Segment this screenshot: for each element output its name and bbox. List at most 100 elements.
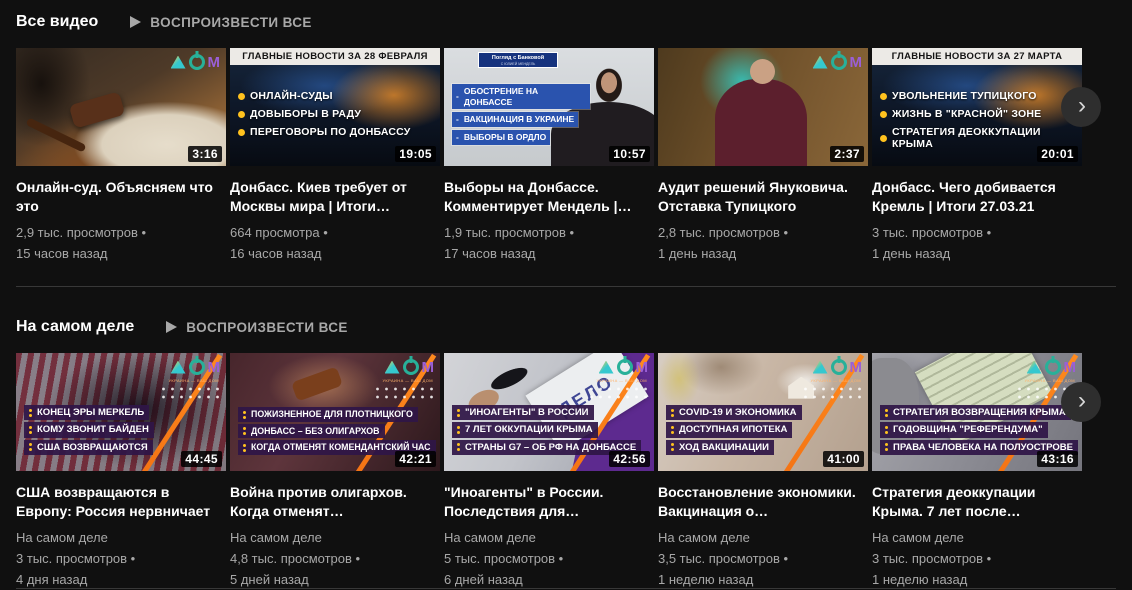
video-card[interactable]: ПОЖИЗНЕННОЕ ДЛЯ ПЛОТНИЦКОГОДОНБАСС – БЕЗ… [230, 353, 440, 590]
video-thumbnail[interactable]: ГЛАВНЫЕ НОВОСТИ ЗА 27 МАРТА УВОЛЬНЕНИЕ ТУ… [872, 48, 1082, 166]
thumbnail-bullet-line: ПОЖИЗНЕННОЕ ДЛЯ ПЛОТНИЦКОГО [238, 407, 418, 422]
next-videos-button[interactable]: › [1061, 87, 1101, 127]
video-row: М3:16Онлайн-суд. Объясняем что это2,9 ты… [0, 48, 1132, 264]
logo-letter-m: М [850, 361, 863, 374]
duration-badge: 19:05 [395, 146, 436, 162]
play-icon [130, 16, 141, 28]
logo-letter-m: М [850, 56, 863, 69]
bullet-text: ЖИЗНЬ В "КРАСНОЙ" ЗОНЕ [892, 108, 1041, 120]
dash-marker-icon: - [456, 132, 459, 143]
dot-marker-icon [238, 93, 245, 100]
video-card[interactable]: ГЛАВНЫЕ НОВОСТИ ЗА 27 МАРТА УВОЛЬНЕНИЕ ТУ… [872, 48, 1082, 264]
video-title[interactable]: Восстановление экономики. Вакцинация о… [658, 483, 868, 521]
thumbnail-bullet-line: КОМУ ЗВОНИТ БАЙДЕН [24, 422, 154, 437]
col-marker-icon [671, 426, 674, 434]
dom-logo: М [813, 54, 863, 70]
bullet-text: ПЕРЕГОВОРЫ ПО ДОНБАССУ [250, 126, 411, 138]
show-badge: Погляд с БанковойС ЮЛИЕЙ МЕНДЕЛЬ [478, 52, 558, 68]
video-meta: На самом деле3,5 тыс. просмотров •1 неде… [658, 527, 868, 590]
video-card[interactable]: КОНЕЦ ЭРЫ МЕРКЕЛЬКОМУ ЗВОНИТ БАЙДЕНСША В… [16, 353, 226, 590]
section-title[interactable]: Все видео [16, 13, 98, 31]
dot-marker-icon [238, 129, 245, 136]
section-all-videos: Все видео ВОСПРОИЗВЕСТИ ВСЕ М3:16 Онлайн-… [0, 8, 1132, 264]
dom-logo: МУКРАИНА — ВАШ ДОМ [1027, 359, 1077, 375]
dot-grid-pattern [801, 385, 863, 399]
video-card[interactable]: М3:16Онлайн-суд. Объясняем что это2,9 ты… [16, 48, 226, 264]
video-title[interactable]: Выборы на Донбассе. Комментирует Мендель… [444, 178, 654, 216]
video-title[interactable]: "Иноагенты" в России. Последствия для… [444, 483, 654, 521]
video-card[interactable]: COVID-19 И ЭКОНОМИКАДОСТУПНАЯ ИПОТЕКАХОД… [658, 353, 868, 590]
video-date: 1 неделю назад [872, 569, 1082, 590]
video-date: 6 дней назад [444, 569, 654, 590]
bullet-text: ДОВЫБОРЫ В РАДУ [250, 108, 361, 120]
col-marker-icon [885, 426, 888, 434]
video-thumbnail[interactable]: М2:37 [658, 48, 868, 166]
bullet-text: США ВОЗВРАЩАЮТСЯ [37, 442, 148, 453]
video-card[interactable]: ГЛАВНЫЕ НОВОСТИ ЗА 28 ФЕВРАЛЯОНЛАЙН-СУДЫ… [230, 48, 440, 264]
video-card[interactable]: СТРАТЕГИЯ ВОЗВРАЩЕНИЯ КРЫМАГОДОВЩИНА "РЕ… [872, 353, 1082, 590]
section-na-samom-dele: На самом деле ВОСПРОИЗВЕСТИ ВСЕ КОНЕЦ ЭР… [0, 313, 1132, 590]
dom-logo: МУКРАИНА — ВАШ ДОМ [599, 359, 649, 375]
dot-grid-pattern [373, 385, 435, 399]
thumbnail-bullet-line: ПЕРЕГОВОРЫ ПО ДОНБАССУ [238, 126, 411, 138]
thumbnail-headline-bar: ГЛАВНЫЕ НОВОСТИ ЗА 27 МАРТА [872, 48, 1082, 65]
video-card[interactable]: ДЕЛО"ИНОАГЕНТЫ" В РОССИИ7 ЛЕТ ОККУПАЦИИ … [444, 353, 654, 590]
video-thumbnail[interactable]: COVID-19 И ЭКОНОМИКАДОСТУПНАЯ ИПОТЕКАХОД… [658, 353, 868, 471]
bullet-text: ХОД ВАКЦИНАЦИИ [679, 442, 769, 453]
thumbnail-bullet-line: COVID-19 И ЭКОНОМИКА [666, 405, 802, 420]
video-thumbnail[interactable]: ГЛАВНЫЕ НОВОСТИ ЗА 28 ФЕВРАЛЯОНЛАЙН-СУДЫ… [230, 48, 440, 166]
video-views: 3 тыс. просмотров • [16, 548, 226, 569]
video-show-name[interactable]: На самом деле [230, 527, 440, 548]
logo-triangle-icon [171, 361, 186, 374]
video-title[interactable]: Онлайн-суд. Объясняем что это [16, 178, 226, 216]
video-show-name[interactable]: На самом деле [872, 527, 1082, 548]
video-views: 3 тыс. просмотров • [872, 222, 1082, 243]
dom-logo: МУКРАИНА — ВАШ ДОМ [385, 359, 435, 375]
play-icon [166, 321, 177, 333]
dash-marker-icon: - [456, 91, 459, 102]
video-title[interactable]: Аудит решений Януковича. Отставка Тупицк… [658, 178, 868, 216]
video-show-name[interactable]: На самом деле [16, 527, 226, 548]
thumbnail-bullet-line: США ВОЗВРАЩАЮТСЯ [24, 440, 153, 455]
thumbnail-bullet-line: 7 ЛЕТ ОККУПАЦИИ КРЫМА [452, 422, 598, 437]
bullet-text: ВЫБОРЫ В ОРДЛО [464, 132, 546, 143]
video-show-name[interactable]: На самом деле [658, 527, 868, 548]
video-show-name[interactable]: На самом деле [444, 527, 654, 548]
video-thumbnail[interactable]: СТРАТЕГИЯ ВОЗВРАЩЕНИЯ КРЫМАГОДОВЩИНА "РЕ… [872, 353, 1082, 471]
video-title[interactable]: Донбасс. Киев требует от Москвы мира | И… [230, 178, 440, 216]
dot-marker-icon [238, 111, 245, 118]
bullet-text: ОБОСТРЕНИЕ НА ДОНБАССЕ [464, 86, 586, 107]
dot-marker-icon [880, 93, 887, 100]
section-title[interactable]: На самом деле [16, 318, 134, 336]
video-card[interactable]: Погляд с БанковойС ЮЛИЕЙ МЕНДЕЛЬ-ОБОСТРЕ… [444, 48, 654, 264]
video-thumbnail[interactable]: ПОЖИЗНЕННОЕ ДЛЯ ПЛОТНИЦКОГОДОНБАСС – БЕЗ… [230, 353, 440, 471]
play-all-label: ВОСПРОИЗВЕСТИ ВСЕ [186, 320, 348, 335]
video-row: КОНЕЦ ЭРЫ МЕРКЕЛЬКОМУ ЗВОНИТ БАЙДЕНСША В… [0, 353, 1132, 590]
logo-triangle-icon [599, 361, 614, 374]
bullet-text: КОМУ ЗВОНИТ БАЙДЕН [37, 424, 149, 435]
logo-triangle-icon [1027, 361, 1042, 374]
thumbnail-bullet-line: ЖИЗНЬ В "КРАСНОЙ" ЗОНЕ [880, 108, 1041, 120]
thumbnail-bullet-list: КОНЕЦ ЭРЫ МЕРКЕЛЬКОМУ ЗВОНИТ БАЙДЕНСША В… [24, 405, 154, 455]
video-thumbnail[interactable]: ДЕЛО"ИНОАГЕНТЫ" В РОССИИ7 ЛЕТ ОККУПАЦИИ … [444, 353, 654, 471]
video-meta: На самом деле5 тыс. просмотров •6 дней н… [444, 527, 654, 590]
video-thumbnail[interactable]: КОНЕЦ ЭРЫ МЕРКЕЛЬКОМУ ЗВОНИТ БАЙДЕНСША В… [16, 353, 226, 471]
thumbnail-bullet-line: УВОЛЬНЕНИЕ ТУПИЦКОГО [880, 90, 1037, 102]
next-videos-button[interactable]: › [1061, 382, 1101, 422]
section-header: На самом деле ВОСПРОИЗВЕСТИ ВСЕ [0, 313, 1132, 341]
video-title[interactable]: США возвращаются в Европу: Россия нервни… [16, 483, 226, 521]
video-title[interactable]: Война против олигархов. Когда отменят… [230, 483, 440, 521]
video-thumbnail[interactable]: Погляд с БанковойС ЮЛИЕЙ МЕНДЕЛЬ-ОБОСТРЕ… [444, 48, 654, 166]
video-date: 4 дня назад [16, 569, 226, 590]
duration-badge: 10:57 [609, 146, 650, 162]
logo-letter-m: М [636, 361, 649, 374]
video-meta: 2,8 тыс. просмотров •1 день назад [658, 222, 868, 264]
logo-triangle-icon [385, 361, 400, 374]
play-all-button[interactable]: ВОСПРОИЗВЕСТИ ВСЕ [130, 15, 312, 30]
play-all-button[interactable]: ВОСПРОИЗВЕСТИ ВСЕ [166, 320, 348, 335]
video-card[interactable]: М2:37 Аудит решений Януковича. Отставка Т… [658, 48, 868, 264]
video-thumbnail[interactable]: М3:16 [16, 48, 226, 166]
logo-caption: УКРАИНА — ВАШ ДОМ [1024, 378, 1075, 383]
video-title[interactable]: Стратегия деоккупации Крыма. 7 лет после… [872, 483, 1082, 521]
video-title[interactable]: Донбасс. Чего добивается Кремль | Итоги … [872, 178, 1082, 216]
